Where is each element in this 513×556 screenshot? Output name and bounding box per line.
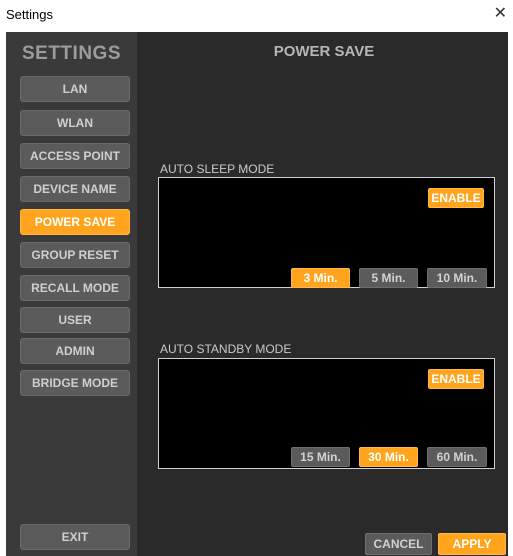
- auto-sleep-10min-button[interactable]: 10 Min.: [427, 268, 487, 288]
- sidebar-item-power-save[interactable]: POWER SAVE: [20, 209, 130, 235]
- sidebar-item-wlan[interactable]: WLAN: [20, 110, 130, 136]
- page-title: POWER SAVE: [273, 43, 375, 60]
- apply-button[interactable]: APPLY: [438, 533, 506, 555]
- sidebar-title: SETTINGS: [21, 43, 121, 64]
- cancel-button[interactable]: CANCEL: [365, 533, 432, 555]
- sidebar-item-device-name[interactable]: DEVICE NAME: [20, 176, 130, 202]
- auto-standby-60min-button[interactable]: 60 Min.: [427, 447, 487, 467]
- window-title: Settings: [6, 7, 53, 22]
- auto-standby-enable-button[interactable]: ENABLE: [428, 369, 484, 389]
- sidebar-item-lan[interactable]: LAN: [20, 76, 130, 102]
- auto-sleep-3min-button[interactable]: 3 Min.: [291, 268, 350, 288]
- auto-standby-label: AUTO STANDBY MODE: [160, 342, 292, 356]
- auto-sleep-panel: ENABLE 3 Min. 5 Min. 10 Min.: [158, 177, 495, 288]
- sidebar-item-access-point[interactable]: ACCESS POINT: [20, 143, 130, 169]
- close-icon[interactable]: ✕: [494, 5, 507, 23]
- window-titlebar: Settings ✕: [0, 0, 513, 30]
- exit-button[interactable]: EXIT: [20, 524, 130, 550]
- auto-sleep-enable-button[interactable]: ENABLE: [428, 188, 484, 208]
- sidebar-item-group-reset[interactable]: GROUP RESET: [20, 242, 130, 268]
- sidebar-item-recall-mode[interactable]: RECALL MODE: [20, 275, 130, 301]
- sidebar-item-admin[interactable]: ADMIN: [20, 338, 130, 364]
- sidebar: SETTINGS LAN WLAN ACCESS POINT DEVICE NA…: [6, 32, 137, 556]
- sidebar-item-user[interactable]: USER: [20, 307, 130, 333]
- auto-sleep-5min-button[interactable]: 5 Min.: [359, 268, 418, 288]
- auto-sleep-label: AUTO SLEEP MODE: [160, 162, 275, 176]
- auto-standby-30min-button[interactable]: 30 Min.: [359, 447, 418, 467]
- auto-standby-15min-button[interactable]: 15 Min.: [291, 447, 350, 467]
- auto-standby-panel: ENABLE 15 Min. 30 Min. 60 Min.: [158, 358, 495, 469]
- sidebar-item-bridge-mode[interactable]: BRIDGE MODE: [20, 370, 130, 396]
